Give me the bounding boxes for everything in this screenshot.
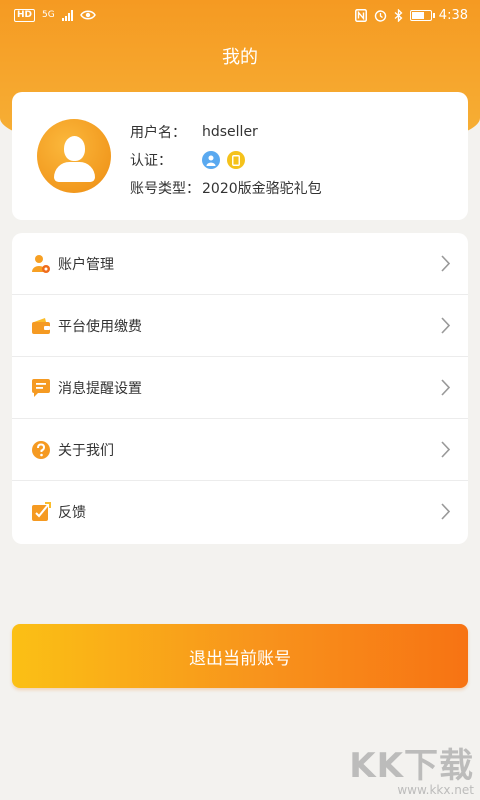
username-row: 用户名： hdseller [130, 118, 322, 146]
auth-label: 认证： [130, 153, 172, 169]
nfc-icon [354, 8, 367, 22]
eye-icon [79, 10, 96, 20]
logout-button[interactable]: 退出当前账号 [12, 624, 468, 688]
menu-item-platform-fee[interactable]: 平台使用缴费 [12, 295, 468, 357]
feedback-icon [30, 501, 52, 523]
status-left: HD 5G [14, 8, 96, 22]
menu-label: 反馈 [58, 505, 86, 521]
battery-icon [409, 9, 435, 21]
bluetooth-icon [394, 8, 403, 22]
question-icon [30, 439, 52, 461]
auth-row: 认证： [130, 146, 322, 174]
chevron-right-icon [441, 255, 450, 272]
hd-indicator: HD [14, 8, 36, 22]
watermark: KK下载 www.kkx.net [349, 748, 474, 796]
chevron-right-icon [441, 503, 450, 520]
menu-item-feedback[interactable]: 反馈 [12, 481, 468, 543]
account-type-row: 账号类型： 2020版金骆驼礼包 [130, 174, 322, 202]
account-type-value: 2020版金骆驼礼包 [202, 181, 322, 197]
profile-card: 用户名： hdseller 认证： 账号类型： 2020版金骆驼礼包 [12, 92, 468, 220]
watermark-logo-text: KK下载 [349, 746, 474, 786]
username-value: hdseller [202, 124, 258, 140]
network-type-label: 5G [42, 9, 55, 20]
wallet-icon [30, 315, 52, 337]
phone-verified-icon [227, 151, 245, 169]
profile-info: 用户名： hdseller 认证： 账号类型： 2020版金骆驼礼包 [130, 118, 322, 202]
account-manage-icon [30, 253, 52, 275]
menu-label: 账户管理 [58, 256, 114, 273]
message-icon [30, 377, 52, 399]
chevron-right-icon [441, 441, 450, 458]
menu-label: 消息提醒设置 [58, 380, 142, 397]
menu-card: 账户管理 平台使用缴费 消息提醒设置 关于我们 反馈 [12, 233, 468, 544]
menu-item-about-us[interactable]: 关于我们 [12, 419, 468, 481]
page-title: 我的 [222, 47, 258, 68]
account-type-label: 账号类型： [130, 181, 200, 197]
menu-item-account-manage[interactable]: 账户管理 [12, 233, 468, 295]
user-verified-icon [202, 151, 220, 169]
menu-label: 平台使用缴费 [58, 318, 142, 335]
status-bar: HD 5G 4:38 [0, 0, 480, 30]
username-label: 用户名： [130, 125, 186, 141]
chevron-right-icon [441, 379, 450, 396]
status-right: 4:38 [354, 7, 468, 23]
avatar[interactable] [37, 119, 111, 193]
chevron-right-icon [441, 317, 450, 334]
clock-time: 4:38 [438, 7, 468, 23]
signal-icon [61, 9, 73, 21]
alarm-icon [374, 9, 386, 22]
menu-label: 关于我们 [58, 442, 114, 459]
menu-item-message-settings[interactable]: 消息提醒设置 [12, 357, 468, 419]
